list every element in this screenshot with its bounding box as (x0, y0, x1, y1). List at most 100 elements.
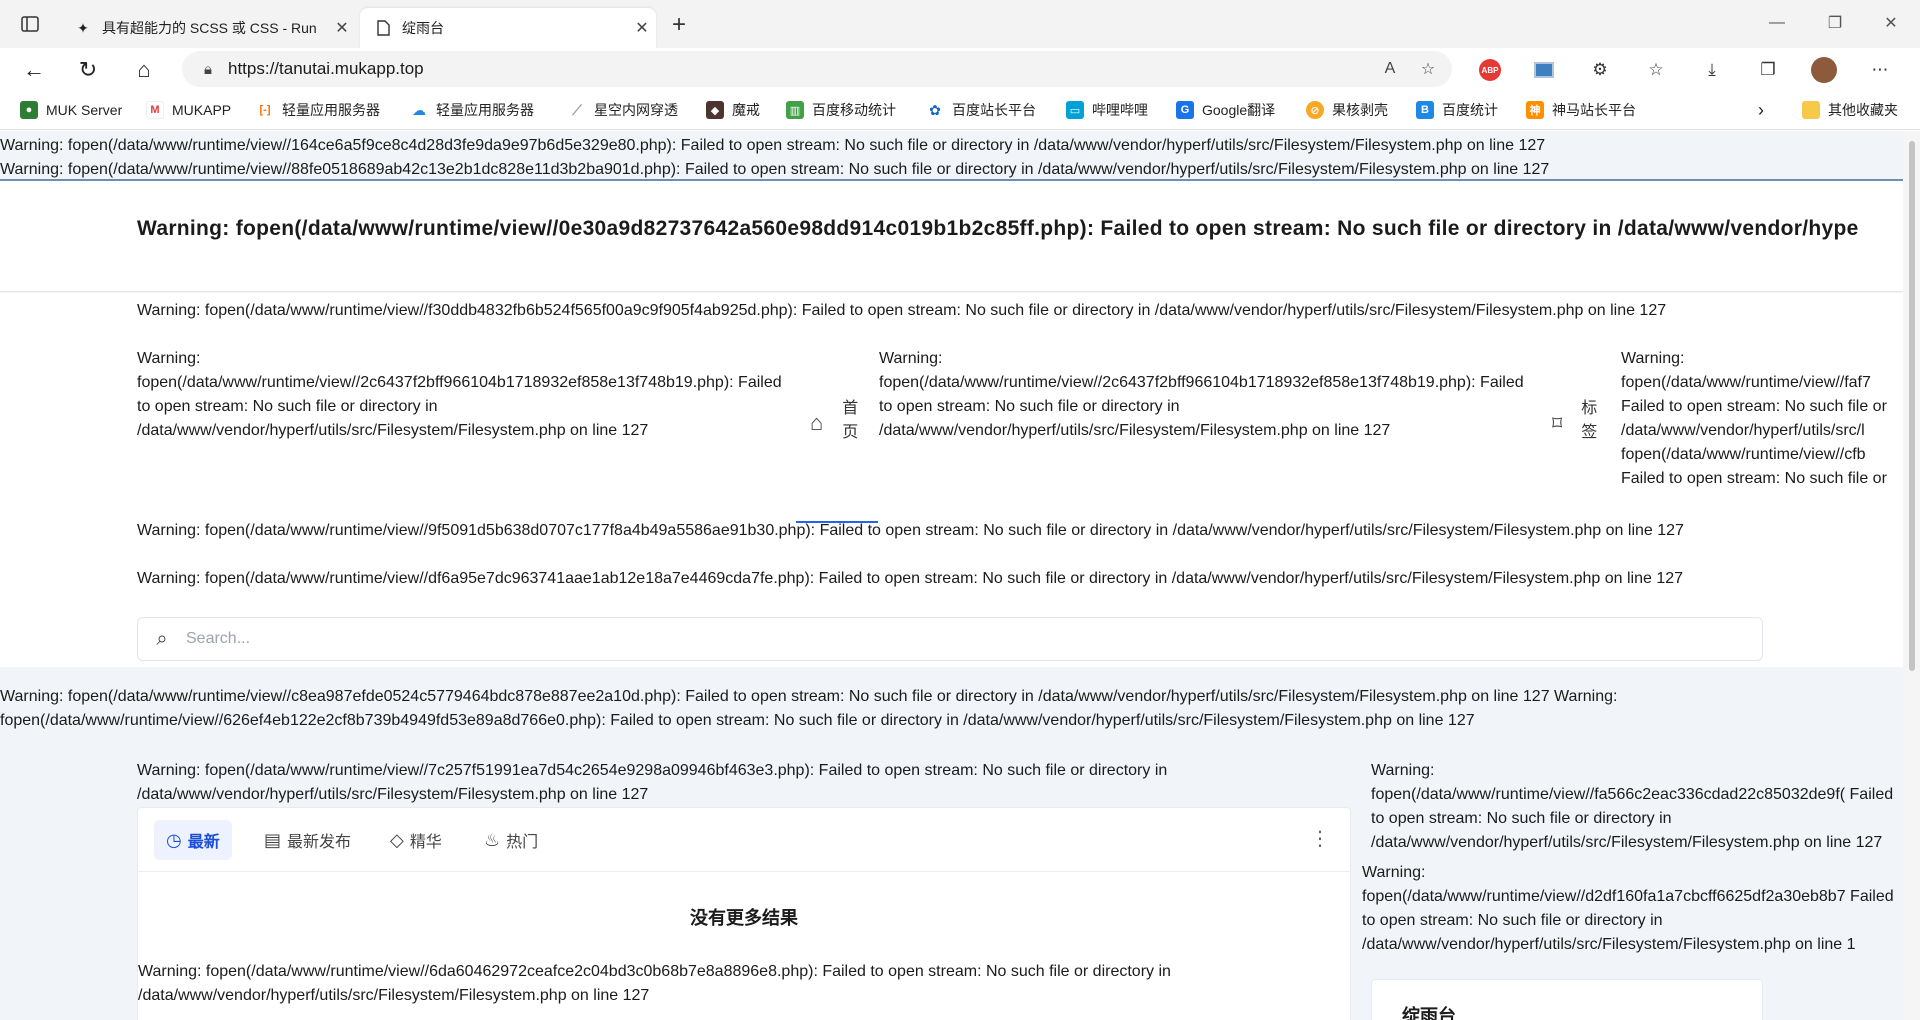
active-link-underline (796, 521, 878, 523)
image-extension-icon[interactable] (1530, 56, 1558, 84)
close-window-icon[interactable]: ✕ (1862, 0, 1920, 46)
bookmark-label: MUKAPP (172, 102, 232, 118)
bookmark-item[interactable]: G Google翻译 (1176, 99, 1275, 121)
bookmark-label: 果核剥壳 (1332, 102, 1388, 118)
chevron-right-icon[interactable]: › (1758, 99, 1764, 121)
tab-codepen[interactable]: ✦ 具有超能力的 SCSS 或 CSS - Run ✕ (60, 8, 356, 48)
bookmark-label: 百度移动统计 (812, 102, 896, 118)
more-menu-icon[interactable]: ⋯ (1866, 56, 1894, 84)
tab-actions-icon[interactable] (16, 12, 44, 36)
url-text[interactable]: https://tanutai.mukapp.top (228, 59, 424, 79)
close-icon[interactable]: ✕ (328, 18, 356, 38)
bookmark-icon: ⟋ (568, 101, 586, 119)
tab-strip: ✦ 具有超能力的 SCSS 或 CSS - Run ✕ 绽雨台 ✕ + — ❐ … (0, 0, 1920, 48)
warning-text: Warning: fopen(/data/www/runtime/view//c… (0, 688, 1618, 729)
bookmark-item[interactable]: ✿ 百度站长平台 (926, 99, 1036, 121)
document-icon: ▤ (264, 829, 282, 850)
favorites-icon[interactable]: ☆ (1642, 56, 1670, 84)
bookmark-item[interactable]: ⊘ 果核剥壳 (1306, 99, 1388, 121)
bookmark-item[interactable]: ⟋ 星空内网穿透 (568, 99, 678, 121)
bookmark-item[interactable]: 神神马站长平台 (1526, 99, 1636, 121)
downloads-icon[interactable]: ⤓ (1698, 56, 1726, 84)
bookmark-icon: ● (20, 101, 38, 119)
scrollbar-thumb[interactable] (1909, 141, 1915, 671)
avatar[interactable] (1810, 56, 1838, 84)
feed-tabs: ◷ 最新 ▤ 最新发布 ◇ 精华 ♨ 热门 ⋮ (138, 808, 1350, 872)
clock-icon: ◷ (166, 829, 182, 850)
bookmark-item[interactable]: ● MUK Server (20, 99, 122, 121)
restore-icon[interactable]: ❐ (1806, 0, 1864, 46)
collections-icon[interactable]: ❐ (1754, 56, 1782, 84)
bookmark-label: 轻量应用服务器 (282, 102, 380, 118)
bookmark-label: 哔哩哔哩 (1092, 102, 1148, 118)
warning-text: Warning: fopen(/data/www/runtime/view//d… (137, 570, 1684, 587)
extensions-icon[interactable]: ⚙ (1586, 56, 1614, 84)
tag-icon: ⌑ (1552, 412, 1563, 435)
no-more-results: 没有更多结果 (690, 908, 798, 928)
bookmark-icon: 神 (1526, 101, 1544, 119)
bookmark-item[interactable]: B 百度统计 (1416, 99, 1498, 121)
nav-tags-label: 标签 (1578, 399, 1596, 447)
tab-latest[interactable]: ◷ 最新 (154, 820, 232, 860)
minimize-icon[interactable]: — (1748, 0, 1806, 46)
new-tab-icon[interactable]: + (664, 11, 694, 38)
adblock-icon[interactable]: ABP (1476, 56, 1504, 84)
home-icon: ⌂ (810, 410, 824, 435)
warning-text: Warning: fopen(/data/www/runtime/view//0… (137, 217, 1859, 240)
search-input[interactable]: ⌕ Search... (137, 617, 1763, 661)
bookmark-label: 百度统计 (1442, 102, 1498, 118)
favorite-add-icon[interactable]: ☆ (1416, 57, 1440, 81)
bookmark-label: Google翻译 (1202, 102, 1276, 118)
read-aloud-icon[interactable]: A (1378, 57, 1402, 81)
bookmark-label: 星空内网穿透 (594, 102, 678, 118)
cloud-icon: ☁ (410, 101, 428, 119)
tab-hot[interactable]: ♨ 热门 (472, 820, 550, 860)
tab-featured[interactable]: ◇ 精华 (378, 820, 454, 860)
paw-icon: ✿ (926, 101, 944, 119)
lock-icon[interactable]: 🔒︎ (188, 61, 228, 78)
warning-text: Warning: fopen(/data/www/runtime/view//f… (1621, 350, 1887, 487)
refresh-icon[interactable]: ↻ (70, 52, 106, 88)
warning-text: Warning: fopen(/data/www/runtime/view//6… (138, 963, 1171, 1004)
nav-home[interactable]: ⌂ 首页 (810, 399, 859, 447)
tv-icon: ▭ (1066, 101, 1084, 119)
bookmark-icon: ⊘ (1306, 101, 1324, 119)
browser-toolbar: ← ↻ ⌂ 🔒︎ https://tanutai.mukapp.top A ☆ … (0, 48, 1920, 90)
warning-text: Warning: fopen(/data/www/runtime/view//1… (0, 137, 1546, 154)
warning-text: Warning: fopen(/data/www/runtime/view//2… (137, 350, 782, 439)
bookmark-icon: B (1416, 101, 1434, 119)
nav-home-label: 首页 (839, 399, 857, 447)
bookmark-item[interactable]: ▥ 百度移动统计 (786, 99, 896, 121)
close-icon[interactable]: ✕ (628, 18, 656, 38)
page-icon (374, 19, 392, 37)
bookmark-icon: ◆ (706, 101, 724, 119)
tab-label: 最新 (187, 834, 220, 851)
diamond-icon: ◇ (390, 829, 404, 850)
bookmark-item[interactable]: ▭ 哔哩哔哩 (1066, 99, 1148, 121)
address-bar[interactable]: 🔒︎ https://tanutai.mukapp.top A ☆ (182, 51, 1452, 87)
back-icon[interactable]: ← (16, 52, 52, 88)
tab-title: 绽雨台 (402, 20, 444, 36)
warning-text: Warning: fopen(/data/www/runtime/view//2… (879, 350, 1524, 439)
bookmark-icon: [-] (256, 101, 274, 119)
home-icon[interactable]: ⌂ (126, 52, 162, 88)
tab-active[interactable]: 绽雨台 ✕ (360, 8, 656, 48)
codepen-icon: ✦ (77, 19, 89, 36)
tab-newest-published[interactable]: ▤ 最新发布 (252, 820, 363, 860)
feed-card: ◷ 最新 ▤ 最新发布 ◇ 精华 ♨ 热门 ⋮ 没有更多结果 Warning: … (137, 807, 1351, 1020)
flame-icon: ♨ (484, 829, 501, 850)
warning-text: Warning: fopen(/data/www/runtime/view//d… (1362, 864, 1894, 953)
sidebar-card-title: 绽雨台 (1402, 1006, 1456, 1020)
bookmark-label: 神马站长平台 (1552, 102, 1636, 118)
page-content: Warning: fopen(/data/www/runtime/view//1… (0, 131, 1920, 1020)
other-bookmarks[interactable]: 其他收藏夹 (1802, 99, 1898, 121)
bookmark-item[interactable]: [-] 轻量应用服务器 (256, 99, 380, 121)
bookmark-item[interactable]: M MUKAPP (146, 99, 231, 121)
bookmark-icon: ▥ (786, 101, 804, 119)
nav-tags[interactable]: ⌑ 标签 (1552, 399, 1598, 447)
bookmark-item[interactable]: ☁ 轻量应用服务器 (410, 99, 534, 121)
tab-label: 热门 (506, 834, 539, 851)
bookmark-item[interactable]: ◆ 魔戒 (706, 99, 760, 121)
more-vertical-icon[interactable]: ⋮ (1310, 826, 1330, 851)
page-scrollbar[interactable] (1903, 131, 1920, 1020)
